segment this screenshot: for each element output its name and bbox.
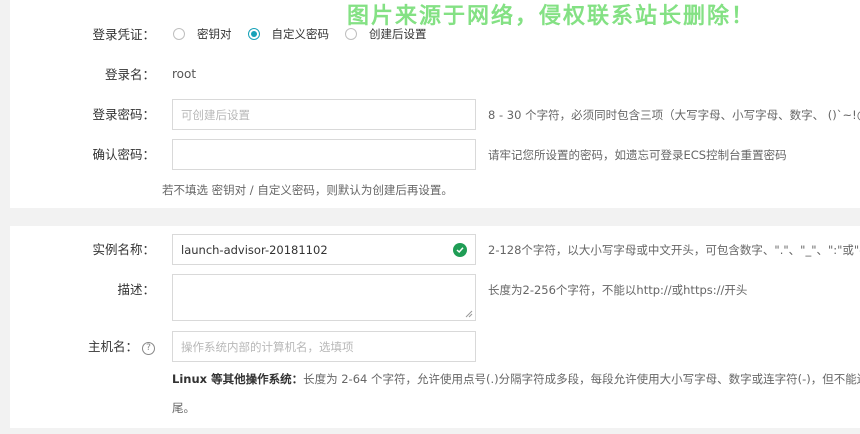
login-name-value: root <box>172 67 197 81</box>
login-credential-label: 登录凭证： <box>92 27 155 42</box>
radio-custom-password-indicator[interactable] <box>247 28 260 40</box>
hostname-label: 主机名： <box>87 339 138 354</box>
description-label: 描述： <box>117 282 155 297</box>
hostname-input[interactable]: 操作系统内部的计算机名，选填项 <box>172 331 476 362</box>
login-password-hint: 8 - 30 个字符，必须同时包含三项（大写字母、小写字母、数字、 ()`~!@… <box>488 108 860 122</box>
help-icon[interactable]: ? <box>142 342 155 355</box>
hostname-note-text: 长度为 2-64 个字符，允许使用点号(.)分隔字符成多段，每段允许使用大小写字… <box>303 372 860 386</box>
radio-set-later-indicator[interactable] <box>345 28 357 40</box>
hostname-note: Linux 等其他操作系统：长度为 2-64 个字符，允许使用点号(.)分隔字符… <box>172 371 860 387</box>
radio-keypair[interactable]: 密钥对 <box>173 26 232 42</box>
instance-name-input[interactable]: launch-advisor-20181102 <box>172 234 476 265</box>
radio-set-later-label[interactable]: 创建后设置 <box>369 26 427 42</box>
radio-keypair-label[interactable]: 密钥对 <box>197 26 232 42</box>
radio-keypair-indicator[interactable] <box>173 28 185 40</box>
instance-name-value: launch-advisor-20181102 <box>181 242 328 257</box>
login-name-label: 登录名： <box>104 67 155 82</box>
radio-set-later[interactable]: 创建后设置 <box>345 26 427 42</box>
confirm-password-input[interactable] <box>172 139 476 170</box>
hostname-placeholder: 操作系统内部的计算机名，选填项 <box>181 339 354 354</box>
hostname-label-wrap: 主机名：? <box>0 338 155 356</box>
instance-name-hint: 2-128个字符，以大小写字母或中文开头，可包含数字、"."、"_"、":"或"… <box>488 243 860 257</box>
radio-custom-password-label[interactable]: 自定义密码 <box>272 26 330 42</box>
description-hint: 长度为2-256个字符，不能以http://或https://开头 <box>488 283 748 297</box>
login-password-input[interactable]: 可创建后设置 <box>172 99 476 130</box>
valid-check-icon <box>453 243 467 257</box>
confirm-password-label: 确认密码： <box>92 147 155 162</box>
confirm-password-hint: 请牢记您所设置的密码，如遗忘可登录ECS控制台重置密码 <box>488 148 787 162</box>
login-password-label: 登录密码： <box>92 107 155 122</box>
login-credential-radio-group: 密钥对 自定义密码 创建后设置 <box>173 26 443 42</box>
resize-grip-icon[interactable] <box>465 310 473 318</box>
instance-name-label: 实例名称： <box>92 242 155 257</box>
hostname-note-tail: 尾。 <box>172 401 195 415</box>
hostname-note-os: Linux 等其他操作系统： <box>172 372 304 386</box>
radio-custom-password[interactable]: 自定义密码 <box>247 26 330 42</box>
description-textarea[interactable] <box>172 274 476 321</box>
default-credential-note: 若不填选 密钥对 / 自定义密码，则默认为创建后再设置。 <box>162 183 453 197</box>
login-password-placeholder: 可创建后设置 <box>181 107 250 122</box>
